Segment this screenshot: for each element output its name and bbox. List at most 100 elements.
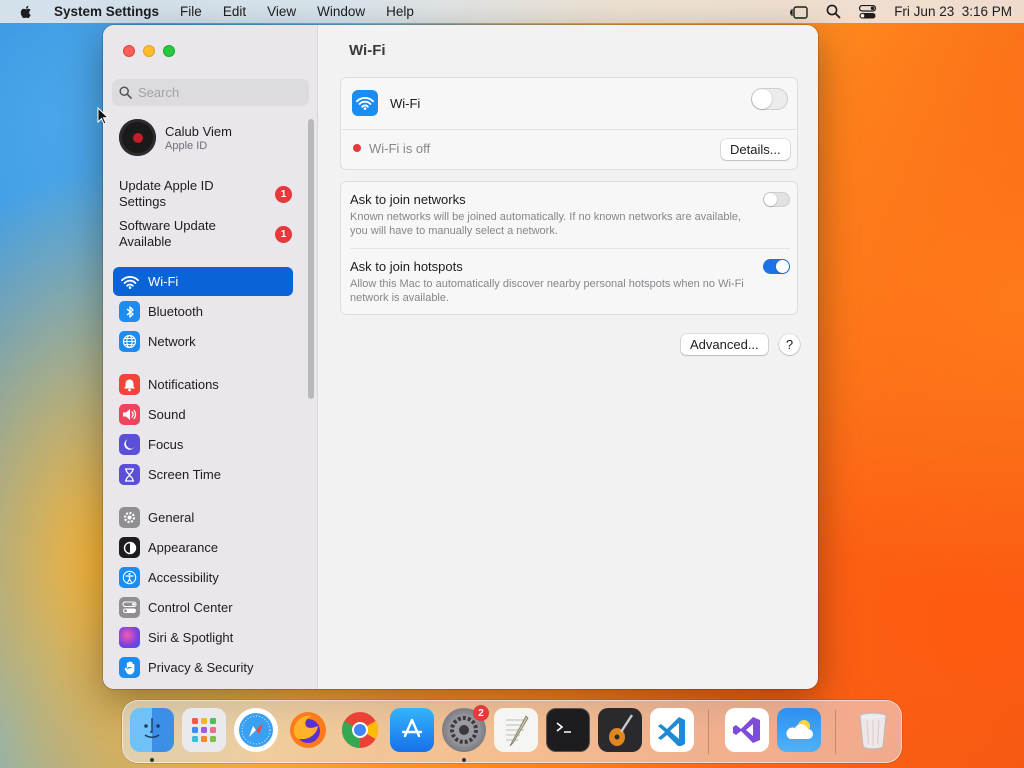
page-title: Wi-Fi bbox=[349, 42, 386, 59]
advanced-button[interactable]: Advanced... bbox=[681, 334, 768, 355]
weather-icon[interactable] bbox=[777, 708, 821, 752]
sidebar-item-screen-time[interactable]: Screen Time bbox=[113, 460, 293, 489]
profile-name: Calub Viem bbox=[165, 123, 232, 139]
sidebar-item-focus[interactable]: Focus bbox=[113, 430, 293, 459]
finder-running-indicator bbox=[150, 758, 154, 762]
settings-window: Calub Viem Apple ID Update Apple ID Sett… bbox=[103, 25, 818, 689]
wifi-icon bbox=[352, 90, 378, 116]
notice-badge: 1 bbox=[275, 226, 292, 243]
sidebar-item-siri-spotlight[interactable]: Siri & Spotlight bbox=[113, 623, 293, 652]
notice-label: Update Apple ID Settings bbox=[119, 178, 214, 209]
textedit-icon[interactable] bbox=[494, 708, 538, 752]
menu-file[interactable]: File bbox=[180, 4, 202, 19]
bluetooth-icon bbox=[119, 301, 140, 322]
safari-icon[interactable] bbox=[234, 708, 278, 752]
wifi-card: Wi-Fi Wi-Fi is off Details... bbox=[340, 77, 798, 170]
mouse-cursor-icon bbox=[97, 107, 109, 125]
status-dot bbox=[353, 144, 361, 152]
sidebar-item-label: Privacy & Security bbox=[148, 660, 254, 675]
control-center-icon bbox=[119, 597, 140, 618]
close-button[interactable] bbox=[123, 45, 135, 57]
zoom-button[interactable] bbox=[163, 45, 175, 57]
garageband-icon[interactable] bbox=[598, 708, 642, 752]
wifi-toggle[interactable] bbox=[751, 88, 788, 110]
menu-app-name[interactable]: System Settings bbox=[54, 4, 159, 19]
menu-window[interactable]: Window bbox=[317, 4, 365, 19]
divider bbox=[350, 248, 790, 249]
minimize-button[interactable] bbox=[143, 45, 155, 57]
sidebar: Calub Viem Apple ID Update Apple ID Sett… bbox=[103, 25, 318, 689]
sidebar-item-appearance[interactable]: Appearance bbox=[113, 533, 293, 562]
wifi-status: Wi-Fi is off bbox=[369, 141, 431, 156]
menu-edit[interactable]: Edit bbox=[223, 4, 246, 19]
sidebar-item-control-center[interactable]: Control Center bbox=[113, 593, 293, 622]
sidebar-item-label: Control Center bbox=[148, 600, 233, 615]
sidebar-item-network[interactable]: Network bbox=[113, 327, 293, 356]
siri-icon bbox=[119, 627, 140, 648]
notice-badge: 1 bbox=[275, 186, 292, 203]
visual-studio-icon[interactable] bbox=[725, 708, 769, 752]
chrome-icon[interactable] bbox=[338, 708, 382, 752]
sidebar-scrollbar[interactable] bbox=[308, 119, 314, 399]
launchpad-icon[interactable] bbox=[182, 708, 226, 752]
sidebar-item-notifications[interactable]: Notifications bbox=[113, 370, 293, 399]
ask-to-join-networks-option: Ask to join networks Known networks will… bbox=[350, 192, 750, 238]
hand-icon bbox=[119, 657, 140, 678]
spotlight-search-icon[interactable] bbox=[826, 4, 841, 19]
update-apple-id-notice[interactable]: Update Apple ID Settings 1 bbox=[119, 178, 294, 210]
system-settings-badge: 2 bbox=[473, 705, 489, 721]
ask-to-join-hotspots-toggle[interactable] bbox=[763, 259, 790, 274]
speaker-icon bbox=[119, 404, 140, 425]
apple-id-profile[interactable]: Calub Viem Apple ID bbox=[119, 119, 232, 156]
finder-icon[interactable] bbox=[130, 708, 174, 752]
wifi-icon bbox=[119, 271, 140, 292]
sidebar-item-general[interactable]: General bbox=[113, 503, 293, 532]
trash-icon[interactable] bbox=[851, 708, 895, 752]
sidebar-item-privacy-security[interactable]: Privacy & Security bbox=[113, 653, 293, 682]
menu-clock[interactable]: Fri Jun 23 3:16 PM bbox=[894, 4, 1012, 19]
sidebar-item-wifi[interactable]: Wi-Fi bbox=[113, 267, 293, 296]
ask-to-join-networks-toggle[interactable] bbox=[763, 192, 790, 207]
help-button[interactable]: ? bbox=[779, 334, 800, 355]
wifi-label: Wi-Fi bbox=[390, 96, 421, 111]
stage-manager-icon[interactable] bbox=[790, 5, 808, 19]
sidebar-item-label: Wi-Fi bbox=[148, 274, 179, 289]
system-settings-running-indicator bbox=[462, 758, 466, 762]
apple-menu-icon[interactable] bbox=[18, 4, 34, 20]
gear-icon bbox=[119, 507, 140, 528]
sidebar-item-sound[interactable]: Sound bbox=[113, 400, 293, 429]
sidebar-item-label: Accessibility bbox=[148, 570, 219, 585]
sidebar-item-label: Sound bbox=[148, 407, 186, 422]
menu-view[interactable]: View bbox=[267, 4, 296, 19]
sidebar-item-accessibility[interactable]: Accessibility bbox=[113, 563, 293, 592]
sidebar-item-bluetooth[interactable]: Bluetooth bbox=[113, 297, 293, 326]
join-options-card: Ask to join networks Known networks will… bbox=[340, 181, 798, 315]
search-field[interactable] bbox=[112, 79, 309, 106]
menu-bar: System Settings File Edit View Window He… bbox=[0, 0, 1024, 23]
terminal-icon[interactable] bbox=[546, 708, 590, 752]
sidebar-item-label: Siri & Spotlight bbox=[148, 630, 234, 645]
sidebar-item-label: Network bbox=[148, 334, 196, 349]
firefox-icon[interactable] bbox=[286, 708, 330, 752]
ask-to-join-hotspots-option: Ask to join hotspots Allow this Mac to a… bbox=[350, 259, 750, 305]
option-description: Known networks will be joined automatica… bbox=[350, 211, 742, 237]
app-store-icon[interactable] bbox=[390, 708, 434, 752]
menu-help[interactable]: Help bbox=[386, 4, 414, 19]
search-input[interactable] bbox=[138, 85, 298, 100]
software-update-notice[interactable]: Software Update Available 1 bbox=[119, 218, 294, 250]
option-title: Ask to join hotspots bbox=[350, 259, 463, 274]
accessibility-icon bbox=[119, 567, 140, 588]
moon-icon bbox=[119, 434, 140, 455]
details-button[interactable]: Details... bbox=[721, 139, 790, 160]
sidebar-item-label: Screen Time bbox=[148, 467, 221, 482]
main-pane: Wi-Fi Wi-Fi Wi-Fi is off Details... Ask … bbox=[319, 25, 818, 689]
vscode-icon[interactable] bbox=[650, 708, 694, 752]
dock: 2 bbox=[122, 700, 902, 763]
divider bbox=[341, 129, 797, 130]
search-icon bbox=[119, 86, 132, 99]
hourglass-icon bbox=[119, 464, 140, 485]
window-controls bbox=[123, 45, 175, 57]
control-center-icon[interactable] bbox=[859, 4, 877, 19]
option-title: Ask to join networks bbox=[350, 192, 466, 207]
profile-subtitle: Apple ID bbox=[165, 139, 208, 152]
